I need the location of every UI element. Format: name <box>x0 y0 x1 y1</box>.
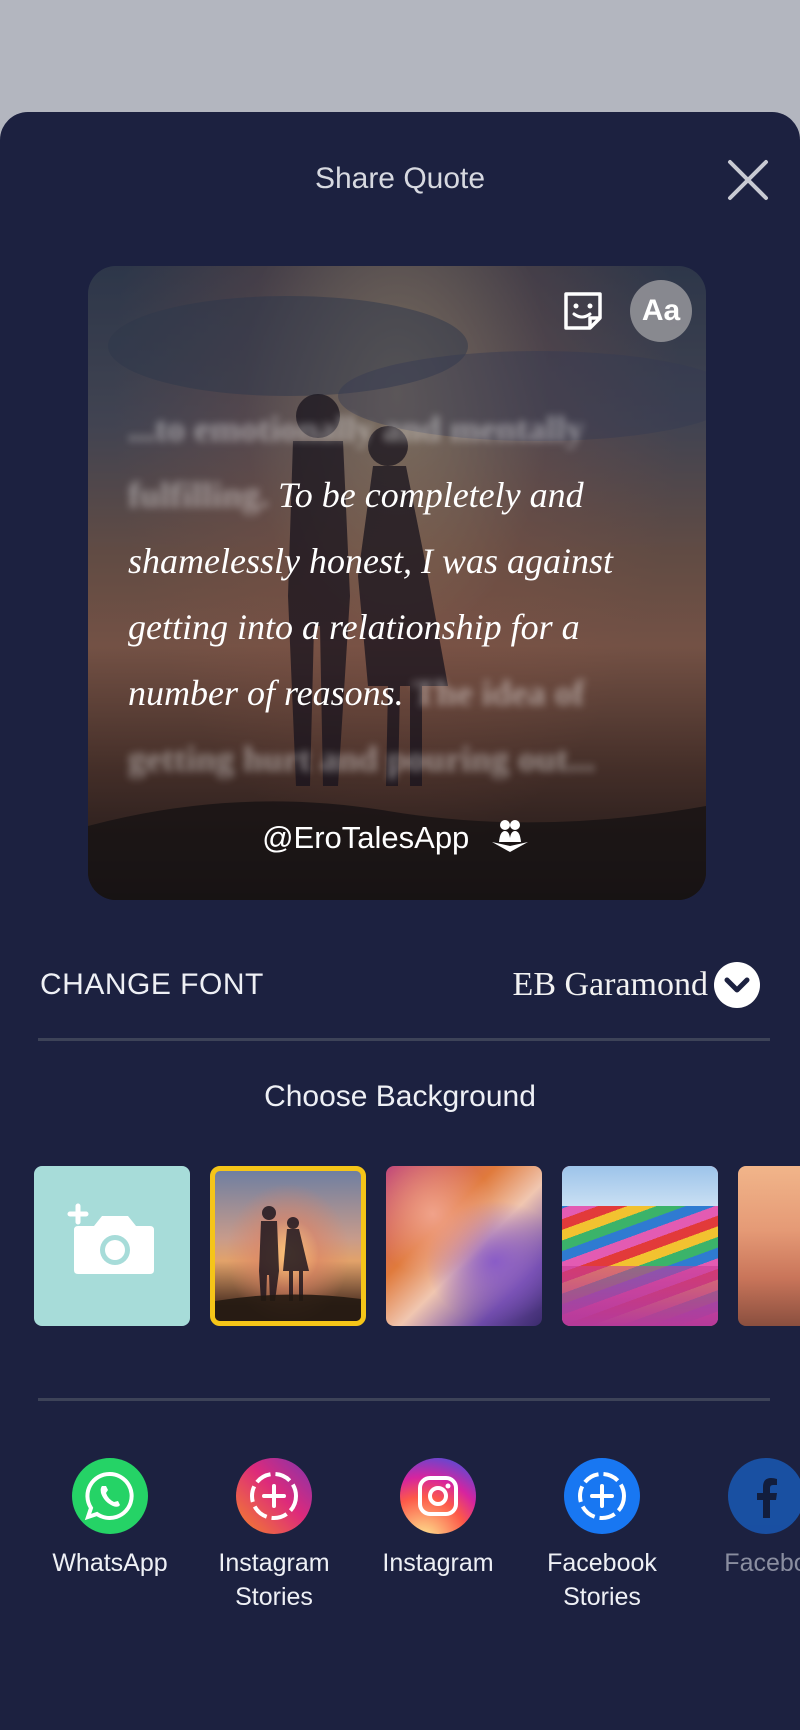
sticker-smile-icon <box>564 292 602 330</box>
share-instagram-stories-label: Instagram Stories <box>194 1546 354 1614</box>
quote-card: Aa ...to emotionally and mentally fulfil… <box>88 266 706 900</box>
font-style-button[interactable]: Aa <box>630 280 692 342</box>
couple-thumbnail-image <box>215 1206 361 1321</box>
close-button[interactable] <box>724 156 772 204</box>
share-instagram-label: Instagram <box>382 1549 494 1577</box>
share-facebook-stories-label: Facebook Stories <box>522 1546 682 1614</box>
share-whatsapp[interactable]: WhatsApp <box>30 1458 190 1580</box>
chevron-down-icon <box>724 977 750 993</box>
background-option-flower-fields[interactable] <box>562 1166 718 1326</box>
whatsapp-icon <box>72 1458 148 1534</box>
erotales-logo-icon <box>491 820 528 852</box>
divider <box>38 1398 770 1401</box>
close-icon <box>728 160 768 200</box>
share-facebook[interactable]: Facebo <box>686 1458 800 1580</box>
sheet-title: Share Quote <box>314 162 486 195</box>
font-value: EB Garamond <box>512 966 708 1003</box>
background-option-canyon[interactable] <box>386 1166 542 1326</box>
share-instagram-stories-label-line2: Stories <box>235 1583 313 1611</box>
facebook-stories-icon <box>564 1458 640 1534</box>
share-targets: WhatsApp Instagram Stories Instagram Fac… <box>0 1458 800 1638</box>
share-facebook-stories-label-line1: Facebook <box>547 1549 657 1577</box>
add-background-button[interactable] <box>34 1166 190 1326</box>
change-font-row[interactable]: CHANGE FONT EB Garamond <box>40 960 760 1010</box>
app-handle-text: @EroTalesApp <box>262 820 470 855</box>
background-option-orange-sky[interactable] <box>738 1166 800 1326</box>
app-handle: @EroTalesApp <box>88 816 706 856</box>
choose-background-title: Choose Background <box>264 1080 536 1113</box>
background-picker <box>0 1166 800 1326</box>
font-dropdown-button[interactable] <box>714 962 760 1008</box>
quote-text-block: ...to emotionally and mentally fulfillin… <box>128 396 676 792</box>
background-option-couple-sunset[interactable] <box>210 1166 366 1326</box>
change-font-label: CHANGE FONT <box>40 968 264 1001</box>
add-photo-camera-icon <box>67 1203 154 1274</box>
divider <box>38 1038 770 1041</box>
share-facebook-label: Facebo <box>724 1549 800 1577</box>
share-instagram-stories[interactable]: Instagram Stories <box>194 1458 354 1614</box>
instagram-icon <box>400 1458 476 1534</box>
facebook-icon <box>728 1458 800 1534</box>
share-facebook-stories[interactable]: Facebook Stories <box>522 1458 682 1614</box>
font-style-label: Aa <box>641 294 681 327</box>
share-sheet: Share Quote Aa ...to emotionally and men… <box>0 112 800 1730</box>
share-facebook-stories-label-line2: Stories <box>563 1583 641 1611</box>
sticker-button[interactable] <box>560 288 606 334</box>
instagram-stories-icon <box>236 1458 312 1534</box>
share-instagram-stories-label-line1: Instagram <box>218 1549 330 1577</box>
share-instagram[interactable]: Instagram <box>358 1458 518 1580</box>
share-whatsapp-label: WhatsApp <box>52 1549 168 1577</box>
